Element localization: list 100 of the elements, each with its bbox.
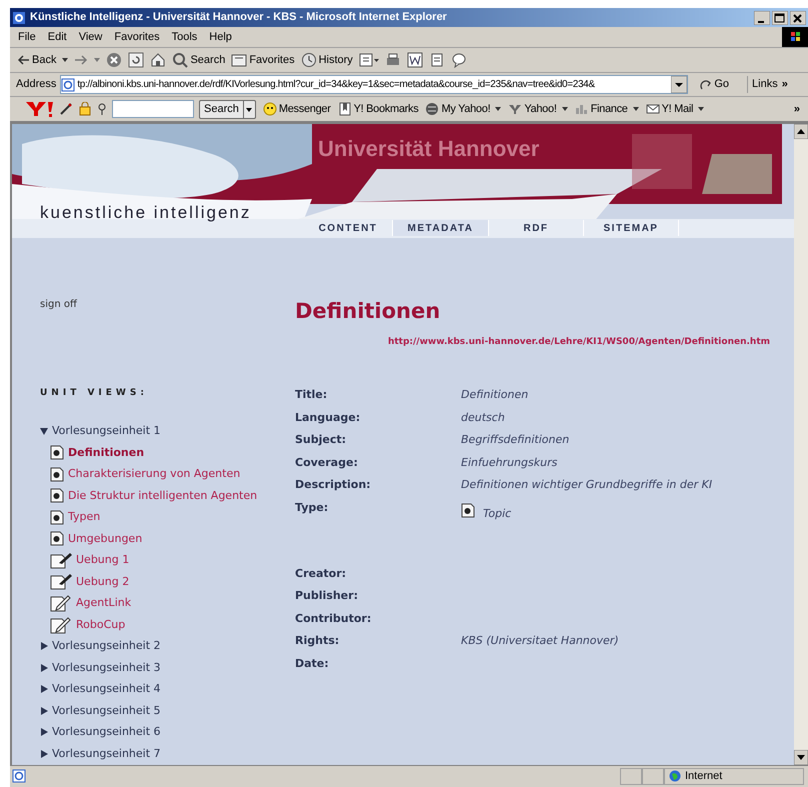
- dropdown-arrow-icon[interactable]: [62, 58, 68, 62]
- speech-bubble-icon[interactable]: [450, 52, 467, 68]
- dropdown-arrow-icon[interactable]: [632, 107, 639, 111]
- print-icon[interactable]: [384, 52, 401, 68]
- toolbar-link[interactable]: Y! Bookmarks: [338, 100, 418, 118]
- tree-item[interactable]: Die Struktur intelligenten Agenten: [68, 488, 258, 504]
- sign-off-link[interactable]: sign off: [40, 297, 282, 312]
- zone-label: Internet: [685, 768, 722, 784]
- back-button[interactable]: Back: [18, 52, 56, 68]
- menu-item[interactable]: Help: [209, 28, 232, 46]
- collapsed-triangle-icon[interactable]: [40, 664, 48, 672]
- document-icon: [50, 531, 64, 546]
- menu-item[interactable]: Tools: [172, 28, 198, 46]
- tree-item[interactable]: Vorlesungseinheit 5: [40, 700, 282, 722]
- scroll-down-icon[interactable]: [794, 750, 808, 765]
- more-button[interactable]: »: [782, 76, 788, 93]
- collapsed-triangle-icon[interactable]: [40, 706, 48, 715]
- yahoo-search-button[interactable]: Search: [199, 100, 256, 118]
- stop-icon[interactable]: [106, 52, 122, 68]
- menu-item[interactable]: Favorites: [114, 28, 160, 46]
- tree-item[interactable]: Vorlesungseinheit 3: [40, 657, 282, 678]
- search-button[interactable]: Search: [172, 52, 226, 68]
- favorites-button[interactable]: Favorites: [231, 52, 295, 68]
- field-label: Coverage:: [295, 454, 359, 470]
- favorites-icon: [231, 52, 248, 68]
- source-link[interactable]: http://www.kbs.uni-hannover.de/Lehre/KI1/WS00/Agenten/Definitionen.htm: [388, 336, 770, 349]
- field-label: Type:: [295, 500, 330, 516]
- tree-item[interactable]: Definitionen: [68, 444, 144, 461]
- tree-item[interactable]: RoboCup: [76, 616, 126, 633]
- section-heading: UNIT VIEWS:: [40, 387, 149, 400]
- tree-item[interactable]: Typen: [68, 509, 100, 526]
- toolbar-link[interactable]: Messenger: [262, 100, 331, 118]
- field-label: Rights:: [295, 633, 340, 649]
- dropdown-arrow-icon[interactable]: [562, 107, 568, 111]
- tree-item[interactable]: Vorlesungseinheit 6: [40, 722, 282, 743]
- tree-item[interactable]: Uebung 2: [76, 574, 130, 590]
- search-input[interactable]: [112, 100, 194, 118]
- collapsed-triangle-icon[interactable]: [40, 642, 48, 650]
- page-title: Definitionen: [295, 298, 442, 325]
- minimize-button[interactable]: [754, 10, 770, 24]
- nav-tab[interactable]: METADATA: [393, 220, 489, 236]
- lock-icon[interactable]: [78, 102, 92, 116]
- toolbar-link[interactable]: Y! Mail: [646, 100, 694, 118]
- nav-tab[interactable]: RDF: [489, 220, 584, 236]
- tree-item[interactable]: AgentLink: [76, 595, 132, 612]
- home-icon[interactable]: [150, 52, 166, 68]
- smiley-icon: [262, 102, 277, 116]
- menu-item[interactable]: File: [18, 28, 36, 46]
- tree-item[interactable]: Uebung 1: [76, 552, 130, 568]
- pencil-icon[interactable]: [59, 102, 73, 116]
- toolbar-link[interactable]: Yahoo!: [508, 100, 557, 118]
- dropdown-arrow-icon[interactable]: [698, 107, 704, 111]
- scrollbar[interactable]: [794, 124, 808, 765]
- field-value: Einfuehrungskurs: [461, 454, 558, 470]
- maximize-button[interactable]: [772, 10, 788, 24]
- tree-item[interactable]: Umgebungen: [68, 530, 142, 547]
- page-icon: [12, 769, 26, 783]
- links-button[interactable]: Links: [752, 76, 778, 93]
- tree-item[interactable]: Vorlesungseinheit 4: [40, 678, 282, 700]
- yahoo-logo-icon: [508, 102, 522, 116]
- field-label: Date:: [295, 656, 330, 672]
- dropdown-arrow-icon: [242, 100, 255, 118]
- toolbar-link[interactable]: Finance: [574, 100, 628, 118]
- field-label: Description:: [295, 477, 372, 493]
- dropdown-arrow-icon[interactable]: [671, 76, 688, 93]
- history-button[interactable]: History: [300, 52, 353, 68]
- page-icon: [61, 78, 76, 92]
- collapsed-triangle-icon[interactable]: [40, 728, 48, 736]
- tree-item[interactable]: Charakterisierung von Agenten: [68, 466, 240, 482]
- document-icon[interactable]: [428, 52, 445, 68]
- yahoo-logo-icon[interactable]: [24, 100, 54, 118]
- address-field[interactable]: tp://albinoni.kbs.uni-hannover.de/rdf/KIVorlesung.html?cur_id=34&key=1&sec=metadata&course_id=235&nav=tree&id0=234&: [60, 75, 688, 94]
- forward-arrow-icon[interactable]: [74, 55, 88, 65]
- field-value: Begriffsdefinitionen: [461, 432, 570, 448]
- document-icon: [50, 445, 64, 460]
- field-value: Definitionen wichtiger Grundbegriffe in der KI: [461, 477, 712, 493]
- menu-item[interactable]: Edit: [48, 28, 67, 46]
- collapsed-triangle-icon[interactable]: [40, 685, 48, 694]
- field-label: Creator:: [295, 566, 348, 582]
- refresh-icon[interactable]: [128, 52, 144, 68]
- pencil-on-page-icon: [50, 594, 72, 612]
- close-button[interactable]: [790, 10, 806, 24]
- more-button[interactable]: »: [794, 100, 800, 118]
- chart-icon: [574, 102, 589, 116]
- expanded-triangle-icon[interactable]: [40, 427, 48, 436]
- history-icon: [300, 52, 317, 68]
- scroll-up-icon[interactable]: [794, 124, 808, 139]
- nav-tab[interactable]: SITEMAP: [584, 220, 679, 236]
- word-icon[interactable]: [406, 52, 423, 68]
- field-label: Language:: [295, 410, 362, 426]
- field-value: Definitionen: [461, 387, 528, 403]
- tree-item[interactable]: Vorlesungseinheit 2: [40, 636, 282, 657]
- tree-item[interactable]: Vorlesungseinheit 7: [40, 743, 282, 764]
- tree-item[interactable]: Vorlesungseinheit 1: [40, 420, 282, 442]
- toolbar-link[interactable]: My Yahoo!: [425, 100, 490, 118]
- search-icon: [97, 102, 107, 116]
- dropdown-arrow-icon[interactable]: [495, 107, 502, 111]
- go-button[interactable]: Go: [700, 76, 730, 93]
- collapsed-triangle-icon[interactable]: [40, 750, 48, 758]
- menu-item[interactable]: View: [78, 28, 102, 46]
